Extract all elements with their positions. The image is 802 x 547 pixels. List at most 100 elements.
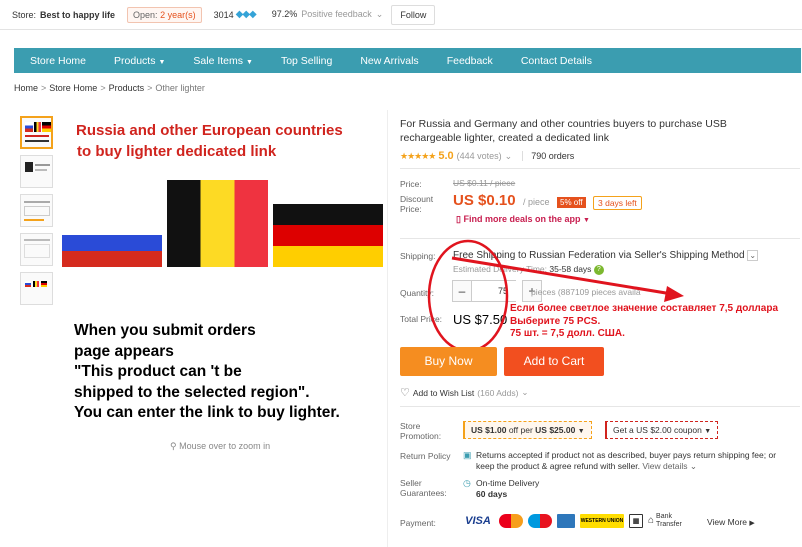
seller-label-line-2: Guarantees:	[400, 488, 447, 498]
column-divider	[387, 110, 388, 547]
wish-count: (160 Adds)	[477, 387, 519, 398]
divider	[400, 238, 800, 239]
nav-top-selling[interactable]: Top Selling	[265, 55, 344, 67]
follow-button[interactable]: Follow	[391, 4, 436, 25]
nav-contact-details[interactable]: Contact Details	[505, 55, 604, 67]
annotation-line-3: 75 шт. = 7,5 долл. США.	[510, 328, 625, 339]
breadcrumb-store-home[interactable]: Store Home	[49, 83, 97, 93]
buy-now-button[interactable]: Buy Now	[400, 347, 497, 376]
bank-transfer-icon: ⌂ Bank Transfer	[648, 513, 682, 529]
image-message-line-2: page appears	[74, 342, 174, 360]
bank-icon: ⌂	[648, 515, 655, 526]
divider	[400, 168, 800, 169]
open-label: Open:	[133, 9, 158, 20]
return-icon: ▣	[463, 450, 472, 460]
thumbnail-5[interactable]	[20, 272, 53, 305]
nav-feedback[interactable]: Feedback	[431, 55, 505, 67]
quantity-label: Quantity:	[400, 288, 435, 298]
original-price: US $0.11 / piece	[453, 178, 516, 188]
caret-down-icon: ▼	[577, 428, 585, 435]
breadcrumb-products[interactable]: Products	[109, 83, 145, 93]
caret-down-icon: ▼	[583, 217, 590, 224]
nav-store-home[interactable]: Store Home	[14, 55, 98, 67]
thumbnail-4[interactable]	[20, 233, 53, 266]
russia-flag	[62, 219, 162, 267]
seller-guarantees-label: Seller Guarantees:	[400, 478, 447, 498]
nav-sale-items[interactable]: Sale Items ▼	[177, 55, 265, 67]
phone-icon: ▯	[456, 214, 461, 224]
annotation-line-1: Если более светлое значение составляет 7…	[510, 303, 779, 314]
zoom-hint-text: Mouse over to zoom in	[179, 441, 271, 451]
delivery-value: 35-58 days	[549, 264, 592, 274]
total-price-label: Total Price:	[400, 314, 443, 324]
on-time-delivery: On-time Delivery 60 days	[476, 478, 539, 500]
price-label: Price:	[400, 179, 422, 189]
app-deals-text: Find more deals on the app	[463, 214, 581, 224]
divider	[400, 406, 800, 407]
quantity-decrease-button[interactable]: –	[452, 280, 472, 302]
chevron-down-icon: ⌄	[689, 460, 698, 471]
rating-value: 5.0	[438, 150, 454, 162]
discount-badge: 5% off	[557, 197, 586, 208]
nav-new-arrivals[interactable]: New Arrivals	[344, 55, 430, 67]
estimated-delivery: Estimated Delivery Time: 35-58 days ?	[453, 264, 604, 275]
nav-label: Sale Items	[193, 54, 244, 67]
thumbnail-2[interactable]	[20, 155, 53, 188]
webmoney-icon: ▦	[629, 514, 643, 528]
shipping-label: Shipping:	[400, 251, 436, 261]
available-pieces: pieces (887109 pieces availa	[531, 287, 641, 297]
view-more-link[interactable]: View More ▶	[707, 517, 755, 527]
image-message-line-4: shipped to the selected region".	[74, 383, 310, 401]
breadcrumb-separator: >	[100, 83, 106, 93]
discount-price-label: Discount Price:	[400, 194, 433, 214]
get-coupon-button[interactable]: Get a US $2.00 coupon ▼	[605, 421, 719, 439]
seller-label-line-1: Seller	[400, 478, 422, 488]
promo-label-line-1: Store	[400, 421, 421, 431]
breadcrumb-separator: >	[147, 83, 153, 93]
nav-label: Store Home	[30, 54, 87, 67]
votes-count[interactable]: (444 votes)	[457, 151, 502, 161]
orders-count: 790 orders	[522, 151, 574, 161]
positive-feedback[interactable]: 97.2% Positive feedback ⌄	[272, 9, 384, 20]
store-bar: Store: Best to happy life Open: 2 year(s…	[0, 0, 802, 30]
store-score[interactable]: 3014 ◆◆◆	[214, 9, 257, 20]
western-union-icon: WESTERN UNION	[580, 514, 624, 528]
star-rating-icon: ★★★★★	[400, 150, 436, 161]
discount-price: US $0.10	[453, 192, 516, 209]
add-to-cart-button[interactable]: Add to Cart	[504, 347, 604, 376]
thumbnail-3[interactable]	[20, 194, 53, 227]
wish-label: Add to Wish List	[412, 387, 475, 398]
quantity-input[interactable]: 75	[472, 280, 516, 302]
store-nav: Store Home Products ▼ Sale Items ▼ Top Sel…	[14, 48, 801, 73]
image-message: When you submit orders page appears "Thi…	[74, 321, 384, 424]
caret-right-icon: ▶	[749, 520, 755, 527]
germany-flag	[273, 204, 383, 267]
breadcrumb-home[interactable]: Home	[14, 83, 38, 93]
discount-label-line-1: Discount	[400, 194, 434, 204]
quantity-stepper: – 75 +	[452, 280, 542, 302]
thumbnail-1[interactable]	[20, 116, 53, 149]
view-details-link[interactable]: View details	[642, 461, 687, 471]
image-message-line-3: "This product can 't be	[74, 363, 242, 380]
days-left-badge: 3 days left	[593, 196, 642, 210]
shipping-text: Free Shipping to Russian Federation via …	[453, 250, 745, 261]
image-headline: Russia and other European countries to b…	[76, 120, 386, 162]
return-text: Returns accepted if product not as descr…	[476, 450, 777, 471]
app-deals-link[interactable]: ▯ Find more deals on the app ▼	[456, 214, 590, 225]
view-more-text: View More	[707, 517, 747, 527]
store-name[interactable]: Best to happy life	[40, 10, 115, 20]
help-icon[interactable]: ?	[593, 264, 604, 275]
nav-label: New Arrivals	[360, 54, 419, 67]
breadcrumb-current: Other lighter	[155, 83, 205, 93]
image-message-line-5: You can enter the link to buy lighter.	[74, 404, 340, 421]
shipping-method[interactable]: Free Shipping to Russian Federation via …	[453, 250, 759, 261]
chevron-down-icon: ⌄	[504, 150, 513, 161]
store-coupon[interactable]: US $1.00 off per US $25.00 ▼	[463, 421, 592, 439]
nav-products[interactable]: Products ▼	[98, 55, 177, 67]
clock-icon: ◷	[463, 478, 471, 488]
ontime-label: On-time Delivery	[476, 478, 540, 488]
add-to-wish-list[interactable]: ♡ Add to Wish List (160 Adds) ⌄	[400, 386, 529, 399]
payment-methods: VISA WESTERN UNION ▦ ⌂ Bank Transfer	[462, 513, 682, 529]
bank-transfer-label: Bank Transfer	[656, 513, 682, 528]
product-title: For Russia and Germany and other countri…	[400, 118, 727, 144]
